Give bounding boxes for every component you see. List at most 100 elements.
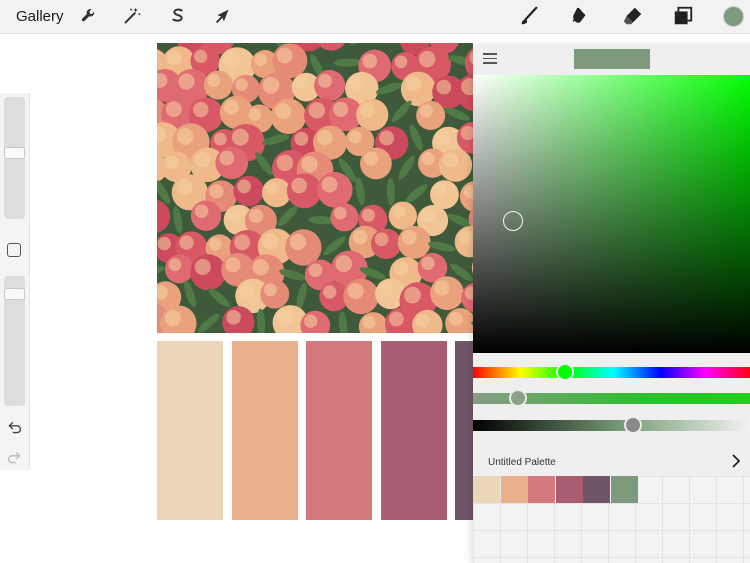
peach-highlight xyxy=(442,152,458,168)
peach-highlight xyxy=(164,309,182,327)
peach-highlight xyxy=(194,151,211,168)
smudge-button[interactable] xyxy=(567,3,593,29)
peach-highlight xyxy=(223,51,240,69)
peach-highlight xyxy=(277,309,293,326)
hue-knob[interactable] xyxy=(556,363,575,381)
color-panel: Untitled Palette xyxy=(473,43,750,563)
peach-highlight xyxy=(178,73,195,90)
wrench-icon xyxy=(81,9,95,22)
chevron-right-icon[interactable] xyxy=(730,454,742,468)
peach-highlight xyxy=(379,282,393,297)
peach-highlight xyxy=(333,101,349,117)
peach-highlight xyxy=(421,208,435,223)
peach-highlight xyxy=(231,128,249,146)
peach-highlight xyxy=(421,256,435,270)
layers-button[interactable] xyxy=(670,3,696,29)
peach-highlight xyxy=(394,55,408,69)
saturation-brightness-box[interactable] xyxy=(473,75,750,353)
left-sidebar xyxy=(0,93,30,470)
peach-highlight xyxy=(168,258,182,272)
peach-highlight xyxy=(304,314,318,328)
peach-highlight xyxy=(333,206,347,220)
current-color-swatch[interactable] xyxy=(574,49,650,69)
palette-title[interactable]: Untitled Palette xyxy=(488,457,556,468)
peach-highlight xyxy=(308,102,325,119)
opacity-thumb[interactable] xyxy=(4,287,25,300)
saturation-knob[interactable] xyxy=(508,389,527,407)
peach-highlight xyxy=(209,184,224,199)
peach-highlight xyxy=(237,179,252,194)
brush-button[interactable] xyxy=(516,3,542,29)
peach-highlight xyxy=(448,311,463,326)
undo-icon[interactable] xyxy=(6,419,23,436)
peach-highlight xyxy=(164,155,179,170)
saturation-slider[interactable] xyxy=(473,389,750,407)
peach-highlight xyxy=(419,104,433,118)
peach-highlight xyxy=(179,235,194,250)
selection-s-icon xyxy=(172,8,183,22)
peach-highlight xyxy=(362,315,376,329)
peach-highlight xyxy=(275,102,292,119)
brush-size-thumb[interactable] xyxy=(4,146,25,159)
adjustments-button[interactable] xyxy=(119,3,145,29)
peach-highlight xyxy=(404,286,421,304)
peach-highlight xyxy=(194,204,209,219)
brightness-slider[interactable] xyxy=(473,416,750,434)
peach-highlight xyxy=(415,313,430,328)
peach-highlight xyxy=(347,282,364,299)
peach-highlight xyxy=(265,181,279,195)
peach-highlight xyxy=(219,150,235,166)
peach-highlight xyxy=(176,127,194,145)
peach-highlight xyxy=(405,75,421,92)
eraser-button[interactable] xyxy=(620,3,646,29)
peach-highlight xyxy=(248,208,264,224)
palette-swatch[interactable] xyxy=(555,476,583,503)
palette-swatch[interactable] xyxy=(473,476,500,503)
peach-highlight xyxy=(227,208,242,223)
peach-highlight xyxy=(225,257,241,273)
peach-highlight xyxy=(294,131,309,146)
peach-highlight xyxy=(239,282,256,299)
actions-button[interactable] xyxy=(76,3,102,29)
color-picker-handle[interactable] xyxy=(503,211,523,231)
canvas-swatch xyxy=(157,341,223,520)
peach-highlight xyxy=(348,130,362,144)
peach-highlight xyxy=(301,156,318,173)
peach-highlight xyxy=(352,229,368,245)
peach-highlight xyxy=(234,234,251,251)
peach-highlight xyxy=(374,232,389,247)
modify-button[interactable] xyxy=(7,243,21,257)
canvas-swatch xyxy=(455,341,475,520)
peach-highlight xyxy=(418,50,436,68)
palette-swatch[interactable] xyxy=(610,476,638,503)
peach-highlight xyxy=(248,108,262,121)
peach-highlight xyxy=(401,230,417,245)
selection-button[interactable] xyxy=(165,3,191,29)
peach-highlight xyxy=(226,310,241,325)
palette-swatch[interactable] xyxy=(500,476,528,503)
canvas-swatch xyxy=(306,341,372,520)
peach-highlight xyxy=(262,233,279,250)
peach-highlight xyxy=(223,99,239,115)
palette-swatch[interactable] xyxy=(528,476,555,503)
redo-icon[interactable] xyxy=(6,449,23,466)
transform-button[interactable] xyxy=(210,3,236,29)
peach-highlight xyxy=(323,285,337,299)
peach-highlight xyxy=(254,53,268,67)
eraser-icon xyxy=(623,7,642,25)
peach-highlight xyxy=(392,205,405,218)
peach-highlight xyxy=(393,261,409,276)
peach-highlight xyxy=(349,75,365,92)
peach-highlight xyxy=(321,176,338,193)
peach-highlight xyxy=(176,178,193,196)
hue-slider[interactable] xyxy=(473,363,750,381)
menu-icon[interactable] xyxy=(483,53,497,65)
color-button[interactable] xyxy=(723,6,744,27)
gallery-button[interactable]: Gallery xyxy=(16,8,64,25)
brightness-knob[interactable] xyxy=(623,416,642,434)
palette-swatch[interactable] xyxy=(583,476,610,503)
brush-icon xyxy=(521,6,538,25)
peach-highlight xyxy=(208,237,222,251)
peach-highlight xyxy=(165,101,182,118)
peach-highlight xyxy=(433,183,447,197)
